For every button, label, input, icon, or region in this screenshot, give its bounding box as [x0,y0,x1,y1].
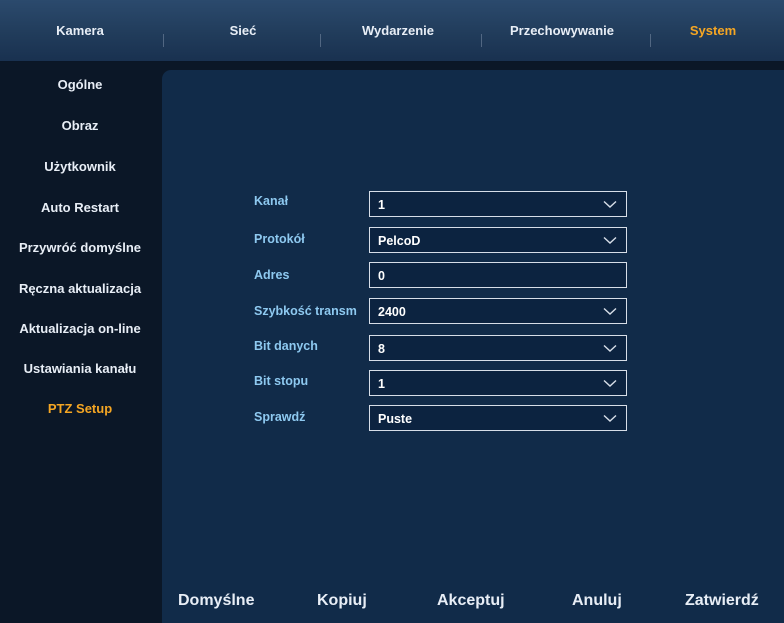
bit-danych-label: Bit danych [254,339,318,353]
tab-divider [481,34,482,47]
sprawdz-value: Puste [378,412,413,426]
tab-divider [650,34,651,47]
copy-button[interactable]: Kopiuj [317,592,367,610]
chevron-down-icon [603,379,617,387]
bit-danych-value: 8 [378,342,385,356]
tab-siec[interactable]: Sieć [203,0,283,61]
default-button[interactable]: Domyślne [178,592,254,610]
tab-divider [163,34,164,47]
szybkosc-transmisji-value: 2400 [378,305,406,319]
tab-kamera[interactable]: Kamera [40,0,120,61]
top-tab-bar: Kamera Sieć Wydarzenie Przechowywanie Sy… [0,0,784,62]
chevron-down-icon [603,307,617,315]
bit-stopu-select[interactable]: 1 [369,370,627,396]
chevron-down-icon [603,236,617,244]
sidebar-item-reczna-aktualizacja[interactable]: Ręczna aktualizacja [0,281,160,296]
sidebar-item-ogolne[interactable]: Ogólne [0,77,160,92]
bit-danych-select[interactable]: 8 [369,335,627,361]
bit-stopu-label: Bit stopu [254,374,309,388]
tab-divider [320,34,321,47]
sprawdz-select[interactable]: Puste [369,405,627,431]
chevron-down-icon [603,414,617,422]
szybkosc-transmisji-select[interactable]: 2400 [369,298,627,324]
kanal-value: 1 [378,198,385,212]
tab-przechowywanie[interactable]: Przechowywanie [495,0,629,61]
adres-label: Adres [254,268,290,282]
sidebar-item-ptz-setup[interactable]: PTZ Setup [0,401,160,416]
tab-wydarzenie[interactable]: Wydarzenie [340,0,456,61]
ptz-setup-panel: Kanał 1 Protokół PelcoD Adres 0 Szybkość… [162,70,784,623]
szybkosc-transmisji-label: Szybkość transm [254,304,357,318]
chevron-down-icon [603,344,617,352]
accept-button[interactable]: Akceptuj [437,592,505,610]
protokol-value: PelcoD [378,234,421,248]
sidebar-item-ustawiania-kanalu[interactable]: Ustawiania kanału [0,361,160,376]
sidebar-item-uzytkownik[interactable]: Użytkownik [0,159,160,174]
confirm-button[interactable]: Zatwierdź [685,592,759,610]
sidebar-item-aktualizacja-online[interactable]: Aktualizacja on-line [0,321,160,336]
bit-stopu-value: 1 [378,377,385,391]
sidebar: Ogólne Obraz Użytkownik Auto Restart Prz… [0,62,160,623]
chevron-down-icon [603,200,617,208]
protokol-label: Protokół [254,232,305,246]
cancel-button[interactable]: Anuluj [572,592,622,610]
sidebar-item-przywroc-domyslne[interactable]: Przywróć domyślne [0,240,160,255]
protokol-select[interactable]: PelcoD [369,227,627,253]
kanal-select[interactable]: 1 [369,191,627,217]
kanal-label: Kanał [254,194,289,208]
sidebar-item-obraz[interactable]: Obraz [0,118,160,133]
adres-input[interactable]: 0 [369,262,627,288]
sidebar-item-auto-restart[interactable]: Auto Restart [0,200,160,215]
tab-system[interactable]: System [673,0,753,61]
adres-value: 0 [378,269,385,283]
sprawdz-label: Sprawdź [254,410,306,424]
